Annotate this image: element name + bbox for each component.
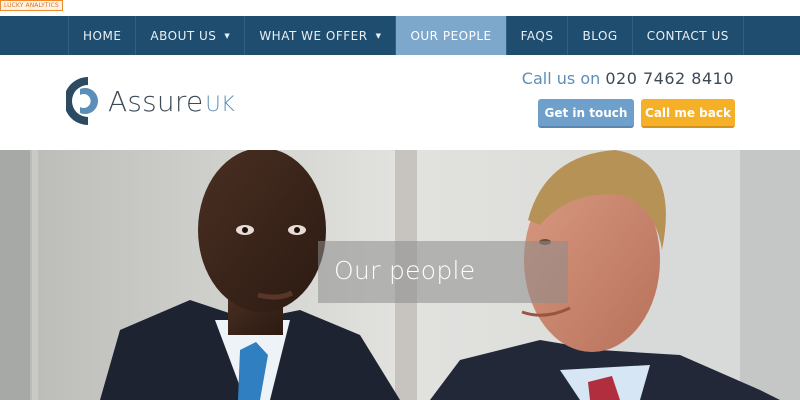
nav-item-label: CONTACT US — [646, 28, 729, 43]
hero-banner: Our people — [0, 150, 800, 400]
logo-mark-icon — [66, 77, 98, 125]
hero-title-box: Our people — [318, 241, 568, 303]
site-logo[interactable]: AssureUK — [66, 75, 235, 127]
nav-item-what-we-offer[interactable]: WHAT WE OFFER ▼ — [244, 16, 395, 55]
nav-item-about-us[interactable]: ABOUT US ▼ — [135, 16, 244, 55]
logo-wordmark: AssureUK — [108, 84, 235, 118]
call-us-label: Call us on — [521, 69, 601, 88]
nav-item-blog[interactable]: BLOG — [567, 16, 631, 55]
top-strip: LUCKY ANALYTICS — [0, 0, 800, 16]
nav-item-label: FAQS — [520, 28, 554, 43]
nav-item-faqs[interactable]: FAQS — [505, 16, 568, 55]
nav-item-contact-us[interactable]: CONTACT US — [631, 16, 744, 55]
main-nav: HOME ABOUT US ▼ WHAT WE OFFER ▼ OUR PEOPLE FAQ… — [0, 16, 800, 55]
nav-item-label: HOME — [83, 28, 122, 43]
get-in-touch-button[interactable]: Get in touch — [538, 99, 634, 128]
call-us-line: Call us on 020 7462 8410 — [522, 69, 734, 88]
nav-menu: HOME ABOUT US ▼ WHAT WE OFFER ▼ OUR PEOPLE FAQ… — [68, 16, 744, 55]
hero-title: Our people — [334, 256, 476, 285]
nav-item-label: ABOUT US — [150, 28, 217, 43]
nav-item-label: WHAT WE OFFER — [259, 28, 368, 43]
nav-item-label: BLOG — [582, 28, 618, 43]
nav-item-home[interactable]: HOME — [68, 16, 135, 55]
chevron-down-icon: ▼ — [375, 31, 382, 40]
analytics-badge: LUCKY ANALYTICS — [0, 0, 63, 11]
phone-number[interactable]: 020 7462 8410 — [605, 69, 734, 88]
call-me-back-button[interactable]: Call me back — [641, 99, 735, 128]
nav-item-our-people[interactable]: OUR PEOPLE — [395, 16, 506, 55]
nav-item-label: OUR PEOPLE — [410, 28, 492, 43]
logo-suffix: UK — [205, 91, 235, 116]
chevron-down-icon: ▼ — [224, 31, 231, 40]
site-header: AssureUK Call us on 020 7462 8410 Get in… — [0, 55, 800, 150]
